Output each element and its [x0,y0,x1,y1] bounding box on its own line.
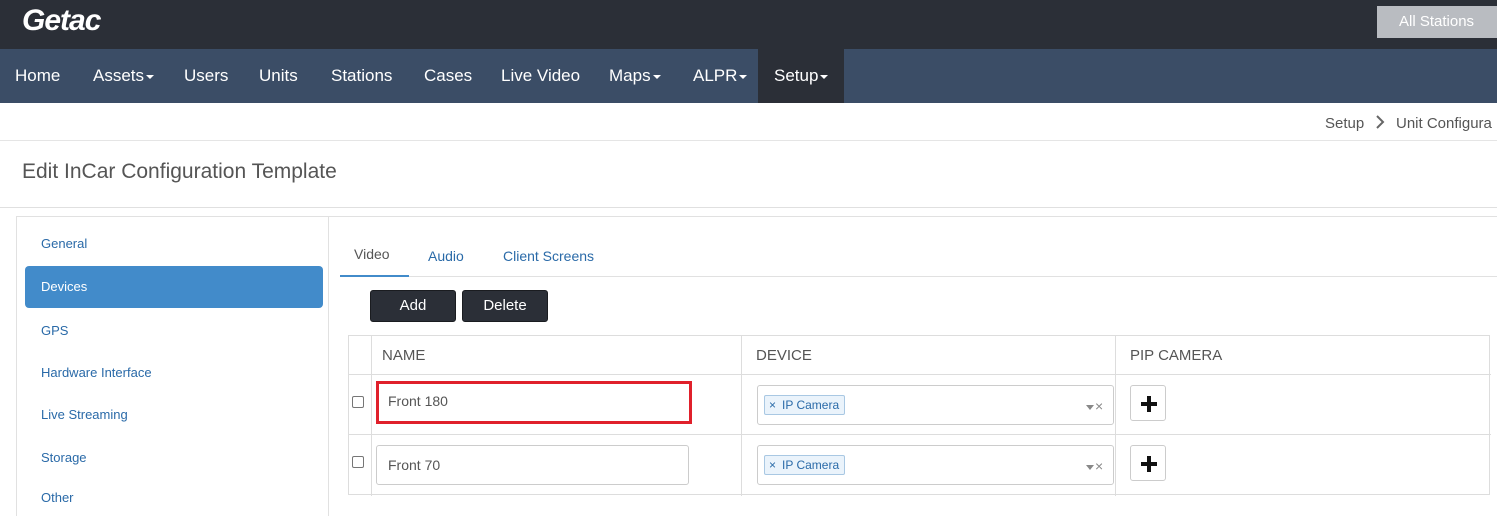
plus-icon [1141,456,1157,472]
station-selector-button[interactable]: All Stations [1377,6,1497,38]
breadcrumb-setup[interactable]: Setup [1325,115,1364,132]
device-select[interactable]: × IP Camera × [757,385,1114,425]
main-panel: Video Audio Client Screens Add Delete NA… [329,216,1497,516]
nav-alpr-label: ALPR [693,66,738,85]
nav-cases-label: Cases [424,66,473,85]
add-button[interactable]: Add [370,290,456,322]
sidebar-item-general[interactable]: General [25,223,323,265]
device-tag: × IP Camera [764,395,846,415]
plus-icon [1141,396,1157,412]
name-field[interactable]: Front 70 [376,445,689,485]
column-header-device: DEVICE [756,347,812,364]
row-checkbox[interactable] [352,456,364,468]
getac-logo[interactable]: Getac [22,4,101,38]
nav-maps-label: Maps [609,66,651,85]
nav-units-label: Units [259,66,298,85]
column-header-name: NAME [382,347,426,364]
main-nav: Home Assets Users Units Stations Cases L… [0,49,1497,103]
nav-live-video[interactable]: Live Video [501,49,580,103]
tab-client-screens[interactable]: Client Screens [489,241,608,279]
sidebar-item-other[interactable]: Other [25,477,323,519]
device-tag-label: IP Camera [782,398,840,412]
breadcrumb: Setup Unit Configura [0,103,1497,141]
device-tag: × IP Camera [764,455,846,475]
nav-cases[interactable]: Cases [424,49,472,103]
nav-users[interactable]: Users [184,49,228,103]
tab-bar: Video Audio Client Screens [340,239,1497,277]
name-field[interactable]: Front 180 [376,381,692,424]
nav-live-video-label: Live Video [501,66,581,85]
caret-down-icon [652,74,661,79]
nav-setup-label: Setup [774,66,819,85]
tab-video[interactable]: Video [340,239,409,277]
remove-tag-icon[interactable]: × [769,398,776,412]
nav-assets-label: Assets [93,66,145,85]
dropdown-arrow-icon[interactable] [1086,465,1094,470]
caret-down-icon [146,74,155,79]
clear-icon[interactable]: × [1095,398,1103,414]
video-devices-table: NAME DEVICE PIP CAMERA Front 180 × IP Cam… [348,335,1491,496]
divider [0,207,1497,208]
sidebar-item-hardware-interface[interactable]: Hardware Interface [25,352,323,394]
device-tag-label: IP Camera [782,458,840,472]
page-title: Edit InCar Configuration Template [22,160,337,183]
sidebar-item-live-streaming[interactable]: Live Streaming [25,394,323,436]
clear-icon[interactable]: × [1095,458,1103,474]
sidebar-item-storage[interactable]: Storage [25,437,323,479]
device-select[interactable]: × IP Camera × [757,445,1114,485]
sidebar-item-gps[interactable]: GPS [25,310,323,352]
nav-stations-label: Stations [331,66,393,85]
column-divider [371,336,372,496]
remove-tag-icon[interactable]: × [769,458,776,472]
add-pip-camera-button[interactable] [1130,385,1166,421]
caret-down-icon [739,74,748,79]
nav-setup[interactable]: Setup [758,49,844,103]
nav-stations[interactable]: Stations [331,49,392,103]
nav-units[interactable]: Units [259,49,298,103]
nav-alpr[interactable]: ALPR [693,49,748,103]
add-pip-camera-button[interactable] [1130,445,1166,481]
column-header-pip-camera: PIP CAMERA [1130,347,1223,364]
column-divider [741,336,742,496]
row-checkbox[interactable] [352,396,364,408]
chevron-right-icon [1376,115,1385,129]
nav-users-label: Users [184,66,229,85]
nav-maps[interactable]: Maps [609,49,661,103]
nav-home-label: Home [15,66,61,85]
row-divider [349,434,1491,435]
nav-home[interactable]: Home [15,49,60,103]
top-bar: Getac All Stations [0,0,1497,49]
row-divider [349,374,1491,375]
sidebar-item-devices[interactable]: Devices [25,266,323,308]
dropdown-arrow-icon[interactable] [1086,405,1094,410]
breadcrumb-unit-configuration: Unit Configura [1396,115,1492,132]
tab-audio[interactable]: Audio [414,241,478,279]
caret-down-icon [820,74,829,79]
nav-assets[interactable]: Assets [93,49,155,103]
column-divider [1115,336,1116,496]
delete-button[interactable]: Delete [462,290,548,322]
settings-sidebar: General Devices GPS Hardware Interface L… [16,216,329,516]
